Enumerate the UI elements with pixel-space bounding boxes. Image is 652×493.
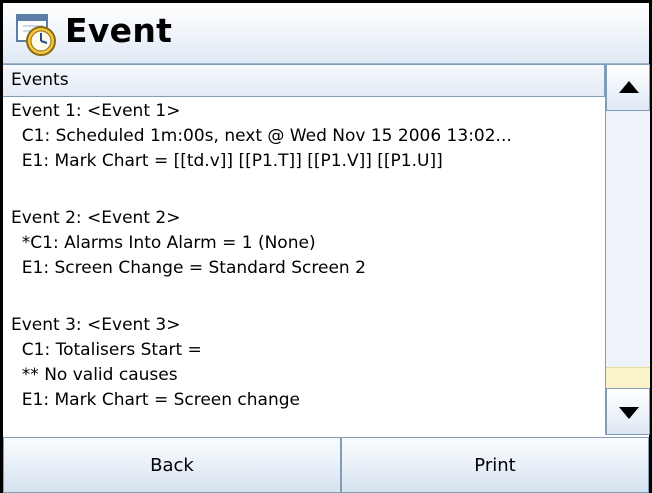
scroll-up-button[interactable] <box>606 64 650 111</box>
scroll-down-button[interactable] <box>606 388 650 435</box>
list-item[interactable]: Event 2: <Event 2> <box>11 206 180 230</box>
print-button[interactable]: Print <box>341 437 649 493</box>
window-title: Event <box>65 11 173 50</box>
list-item[interactable]: *C1: Alarms Into Alarm = 1 (None) <box>11 231 316 255</box>
events-list-header: Events <box>3 64 605 97</box>
list-item[interactable]: C1: Totalisers Start = <box>11 338 202 362</box>
list-item[interactable]: E1: Screen Change = Standard Screen 2 <box>11 256 366 280</box>
event-window: Event Events Event 1: <Event 1> C1: Sche… <box>0 0 652 493</box>
list-item[interactable]: Event 1: <Event 1> <box>11 99 180 123</box>
arrow-up-icon <box>619 81 639 93</box>
vertical-scrollbar[interactable] <box>605 64 650 435</box>
title-bar: Event <box>3 3 649 64</box>
list-item[interactable]: Event 3: <Event 3> <box>11 313 180 337</box>
list-item[interactable]: E1: Mark Chart = Screen change <box>11 388 300 412</box>
list-item[interactable]: C1: Scheduled 1m:00s, next @ Wed Nov 15 … <box>11 124 512 148</box>
scroll-thumb[interactable] <box>606 367 650 388</box>
arrow-down-icon <box>619 407 639 419</box>
clock-calendar-icon <box>15 13 59 57</box>
list-item[interactable]: ** No valid causes <box>11 363 178 387</box>
events-list[interactable]: Event 1: <Event 1> C1: Scheduled 1m:00s,… <box>3 97 605 435</box>
back-button[interactable]: Back <box>3 437 341 493</box>
list-item[interactable]: E1: Mark Chart = [[td.v]] [[P1.T]] [[P1.… <box>11 149 443 173</box>
